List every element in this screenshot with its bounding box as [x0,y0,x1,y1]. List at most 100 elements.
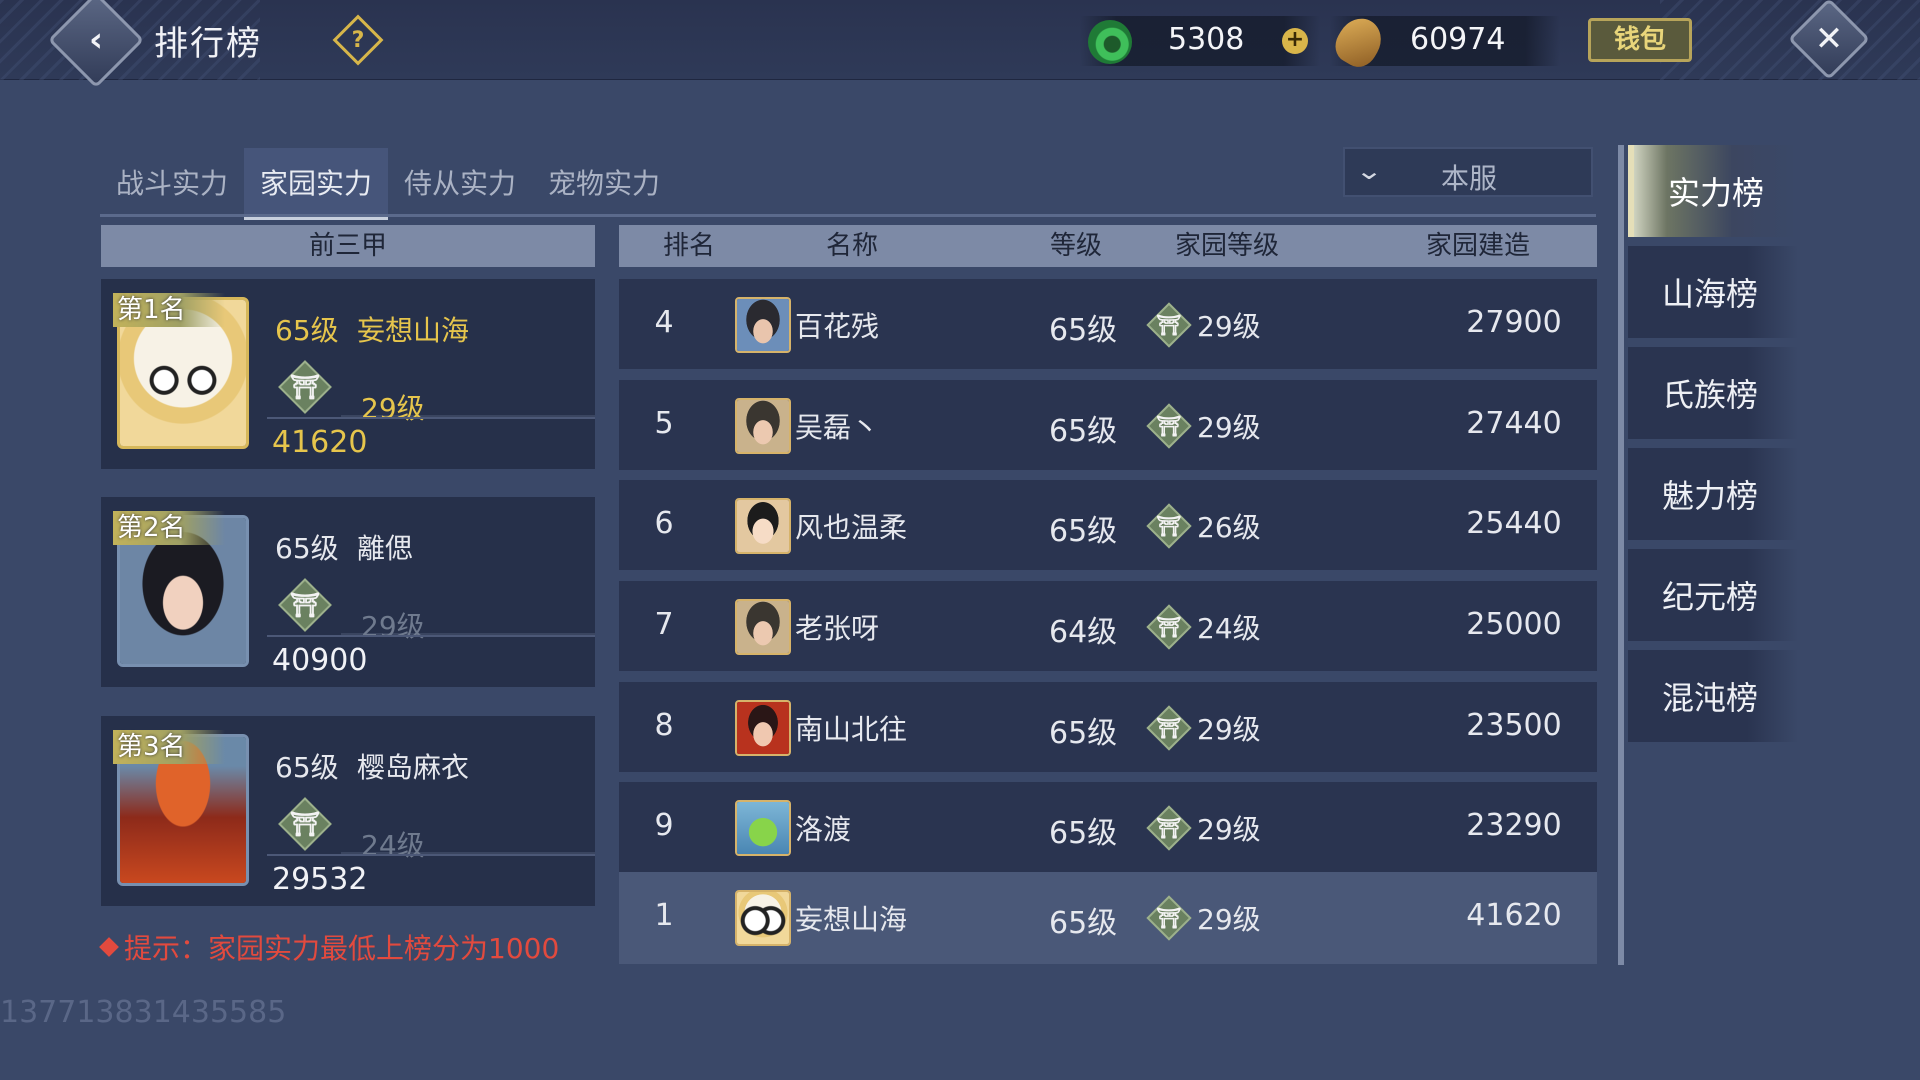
podium-card-1[interactable]: 第1名 65级 妄想山海 ⛩ 29级 41620 [101,279,595,469]
home-icon: ⛩ [1145,402,1193,450]
row-name: 妄想山海 [795,903,908,936]
row-score: 23500 [1466,708,1562,743]
server-dropdown[interactable]: ⌄ 本服 [1343,147,1593,197]
home-score: 29532 [272,862,368,897]
column-name: 名称 [826,231,879,261]
sidebar-item-chaos[interactable]: 混沌榜 [1628,650,1798,742]
home-icon: ⛩ [1145,301,1193,349]
avatar [735,599,791,655]
sidebar-item-charm[interactable]: 魅力榜 [1628,448,1798,540]
row-rank: 9 [654,808,674,843]
rank-tag: 第3名 [113,730,225,764]
home-score: 41620 [272,425,368,460]
divider [267,854,595,856]
add-currency-icon[interactable]: + [1282,28,1308,54]
row-rank: 4 [654,305,674,340]
row-home-level: 29级 [1197,411,1261,444]
row-level: 65级 [1049,313,1118,348]
column-rank: 排名 [663,231,716,261]
sidebar-item-shanhai[interactable]: 山海榜 [1628,246,1798,338]
home-icon: ⛩ [277,577,333,633]
hint-label: 提示：家园实力最低上榜分为1000 [124,932,560,965]
row-name: 洛渡 [795,813,852,846]
sidebar-rail [1618,145,1624,965]
rank-tag: 第1名 [113,293,225,327]
row-score: 25000 [1466,607,1562,642]
row-home-level: 24级 [1197,612,1261,645]
player-level: 65级 [275,314,339,347]
row-level: 65级 [1049,514,1118,549]
sidebar-item-era[interactable]: 纪元榜 [1628,549,1798,641]
hint-icon [99,937,119,957]
page-title: 排行榜 [154,24,262,64]
jade-icon [1088,20,1132,64]
row-level: 65级 [1049,906,1118,941]
category-tabs: 战斗实力 家园实力 侍从实力 宠物实力 [100,148,676,220]
row-home-level: 29级 [1197,713,1261,746]
home-icon: ⛩ [1145,804,1193,852]
shell-icon [1328,10,1390,74]
row-rank: 7 [654,607,674,642]
row-name: 风也温柔 [795,511,908,544]
avatar [735,800,791,856]
player-level: 65级 [275,751,339,784]
player-name: 樱岛麻衣 [357,751,470,784]
sidebar-item-power[interactable]: 实力榜 [1628,145,1798,237]
row-score: 41620 [1466,898,1562,933]
divider [267,417,595,419]
home-score: 40900 [272,643,368,678]
row-name: 百花残 [795,310,880,343]
row-level: 64级 [1049,615,1118,650]
home-level: 29级 [361,610,425,643]
home-icon: ⛩ [277,796,333,852]
home-icon: ⛩ [1145,894,1193,942]
shell-currency: 60974 [1328,10,1560,74]
server-value: 本服 [1441,162,1498,195]
home-icon: ⛩ [277,359,333,415]
column-home-build: 家园建造 [1426,231,1531,261]
home-level: 29级 [361,392,425,425]
row-name: 南山北往 [795,713,908,746]
back-arrow-icon: ‹ [88,20,103,60]
row-level: 65级 [1049,816,1118,851]
table-row[interactable]: 9 洛渡 65级 ⛩ 29级 23290 [619,782,1597,872]
player-name: 妄想山海 [357,314,470,347]
table-row[interactable]: 7 老张呀 64级 ⛩ 24级 25000 [619,581,1597,671]
row-rank: 8 [654,708,674,743]
column-home-level: 家园等级 [1175,231,1280,261]
player-name: 離偲 [357,532,414,565]
tab-pet[interactable]: 宠物实力 [532,148,676,216]
home-icon: ⛩ [1145,502,1193,550]
home-level: 24级 [361,829,425,862]
column-level: 等级 [1050,231,1103,261]
hint-text: 提示：家园实力最低上榜分为1000 [99,927,560,967]
row-rank: 1 [654,898,674,933]
row-home-level: 29级 [1197,903,1261,936]
table-row[interactable]: 5 吴磊丶 65级 ⛩ 29级 27440 [619,380,1597,470]
row-rank: 5 [654,406,674,441]
table-row[interactable]: 4 百花残 65级 ⛩ 29级 27900 [619,279,1597,369]
wallet-button[interactable]: 钱包 [1588,18,1692,62]
row-rank: 6 [654,506,674,541]
podium-card-3[interactable]: 第3名 65级 樱岛麻衣 ⛩ 24级 29532 [101,716,595,906]
row-home-level: 29级 [1197,310,1261,343]
sidebar-item-clan[interactable]: 氏族榜 [1628,347,1798,439]
tab-home[interactable]: 家园实力 [244,148,388,220]
avatar [735,398,791,454]
jade-amount: 5308 [1168,22,1245,57]
table-header: 排名 名称 等级 家园等级 家园建造 [619,225,1597,267]
table-row[interactable]: 6 风也温柔 65级 ⛩ 26级 25440 [619,480,1597,570]
tab-combat[interactable]: 战斗实力 [100,148,244,216]
divider [267,635,595,637]
tab-attendant[interactable]: 侍从实力 [388,148,532,216]
table-row[interactable]: 8 南山北往 65级 ⛩ 29级 23500 [619,682,1597,772]
row-score: 23290 [1466,808,1562,843]
row-home-level: 26级 [1197,511,1261,544]
close-icon: ✕ [1814,19,1844,59]
tabs-divider [100,214,1596,217]
my-rank-row[interactable]: 1 妄想山海 65级 ⛩ 29级 41620 [619,872,1597,964]
podium-card-2[interactable]: 第2名 65级 離偲 ⛩ 29级 40900 [101,497,595,687]
avatar [735,498,791,554]
home-icon: ⛩ [1145,704,1193,752]
avatar [735,890,791,946]
